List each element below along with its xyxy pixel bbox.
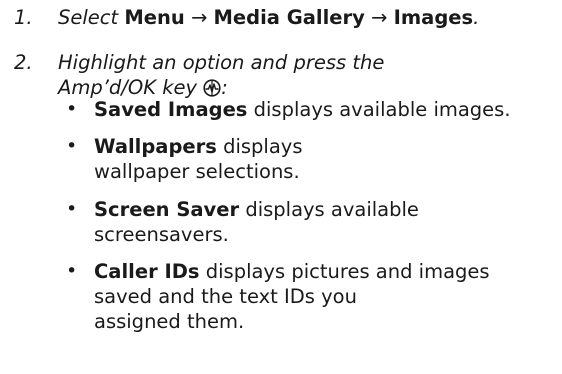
right-arrow-icon: → (371, 6, 388, 29)
step-number: 1. (14, 6, 33, 29)
step-number: 2. (14, 51, 33, 74)
option-desc: saved and the text IDs you (94, 285, 357, 308)
end-punct: : (221, 76, 228, 99)
option-desc: screensavers. (94, 223, 229, 246)
option-desc: assigned them. (94, 310, 245, 333)
step-1-text: Select Menu → Media Gallery → Images. (58, 5, 558, 30)
key-label: Amp’d/OK key (58, 76, 198, 99)
list-item: • Wallpapers displays wallpaper selectio… (58, 134, 558, 184)
option-desc: displays pictures and images (205, 260, 490, 283)
option-name: Caller IDs (94, 260, 200, 283)
bullet: • (66, 260, 78, 282)
step-1: 1. Select Menu → Media Gallery → Images. (14, 5, 558, 30)
right-arrow-icon: → (190, 6, 208, 29)
option-name: Screen Saver (94, 198, 240, 221)
ampd-ok-key-icon (203, 79, 221, 97)
bullet: • (66, 198, 78, 220)
option-list: • Saved Images displays available images… (58, 97, 558, 334)
option-name: Saved Images (94, 98, 248, 121)
end-punct: . (473, 6, 480, 29)
bullet: • (66, 98, 78, 120)
menu-path-item: Menu (124, 6, 185, 29)
option-desc: displays available (245, 198, 419, 221)
list-item: • Saved Images displays available images… (58, 97, 558, 122)
menu-path-item: Images (393, 6, 474, 29)
step-2-text: Highlight an option and press the Amp’d/… (58, 50, 558, 100)
list-item: • Screen Saver displays available screen… (58, 197, 558, 247)
option-name: Wallpapers (94, 135, 217, 158)
option-desc: wallpaper selections. (94, 160, 300, 183)
bullet: • (66, 135, 78, 157)
option-desc: displays available images. (253, 98, 511, 121)
option-desc: displays (223, 135, 303, 158)
list-item: • Caller IDs displays pictures and image… (58, 259, 558, 334)
step-2-line-1: Highlight an option and press the (58, 51, 385, 74)
menu-path-item: Media Gallery (213, 6, 365, 29)
select-word: Select (58, 6, 119, 29)
step-2: 2. Highlight an option and press the Amp… (14, 50, 558, 333)
